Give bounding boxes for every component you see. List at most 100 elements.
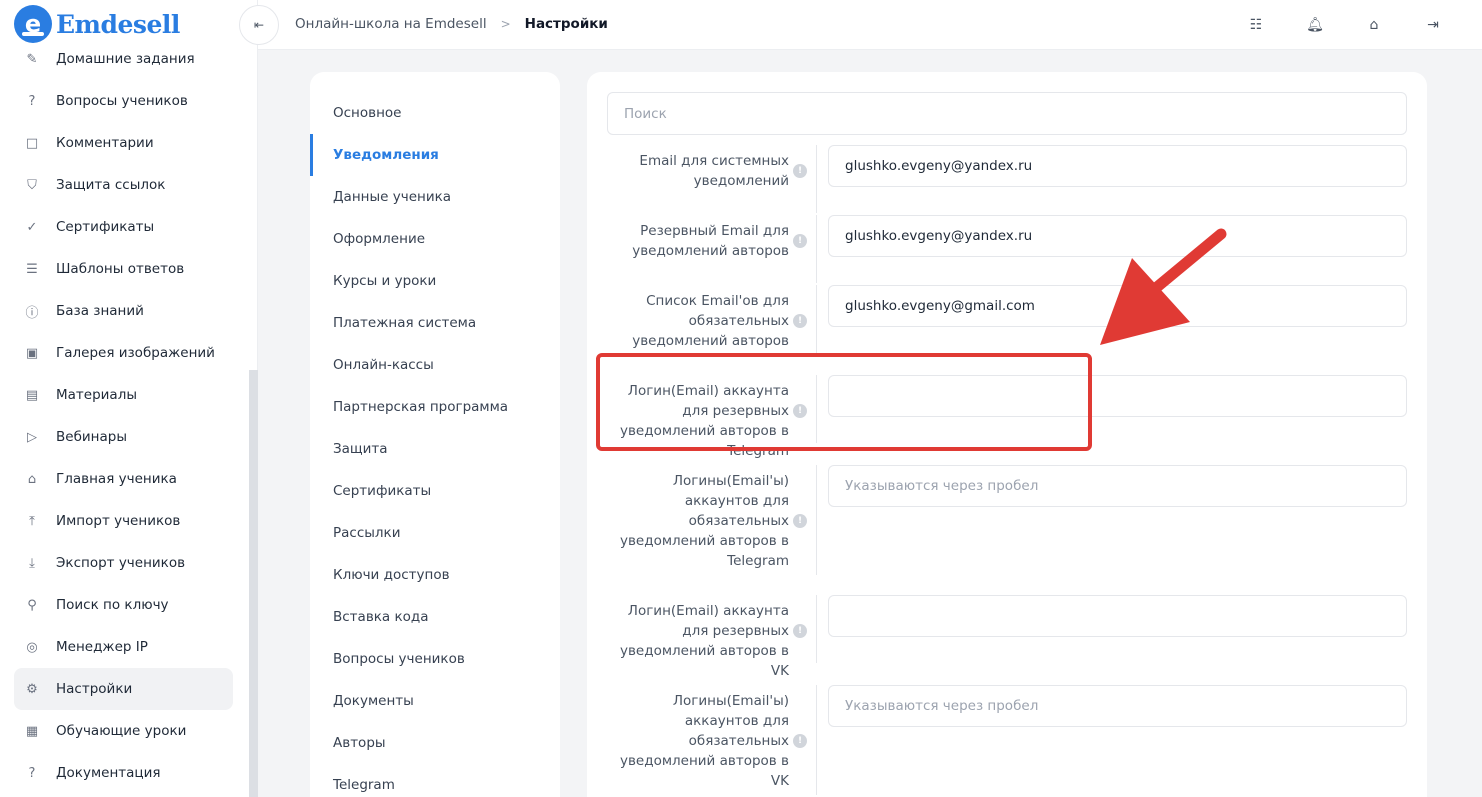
sidebar-item-label: Защита ссылок bbox=[56, 177, 166, 193]
field-divider bbox=[816, 215, 817, 283]
field-divider bbox=[816, 595, 817, 663]
breadcrumb-school-link[interactable]: Онлайн-школа на Emdesell bbox=[295, 16, 487, 32]
notification-field-input[interactable] bbox=[828, 595, 1407, 637]
sidebar: e Emdesell ✎ Домашние задания? Вопросы уче… bbox=[0, 0, 258, 797]
sidebar-item-info[interactable]: ⓘ База знаний bbox=[14, 290, 233, 332]
comment-icon: □ bbox=[25, 135, 39, 151]
sidebar-item-pencil[interactable]: ✎ Домашние задания bbox=[14, 38, 233, 80]
notification-field-input[interactable] bbox=[828, 215, 1407, 257]
question-icon: ? bbox=[28, 93, 36, 109]
sidebar-item-badge-check[interactable]: ✓ Сертификаты bbox=[14, 206, 233, 248]
settings-menu: Основное Уведомления Данные ученика Оформле… bbox=[310, 72, 560, 797]
info-icon[interactable]: ! bbox=[793, 314, 807, 328]
sidebar-nav: ✎ Домашние задания? Вопросы учеников □ Комме… bbox=[14, 38, 233, 794]
sidebar-item-help-box[interactable]: ? Документация bbox=[14, 752, 233, 794]
collapse-sidebar-button[interactable]: ⇤ bbox=[239, 5, 279, 45]
sidebar-item-label: Материалы bbox=[56, 387, 137, 403]
info-icon[interactable]: ! bbox=[793, 734, 807, 748]
download-icon: ⤓ bbox=[29, 555, 35, 571]
top-icons: ☷ 🔔︎ ⌂ ⇥ bbox=[1208, 14, 1444, 36]
briefcase-icon: ▤ bbox=[25, 387, 39, 403]
settings-menu-item[interactable]: Платежная система bbox=[310, 302, 560, 344]
settings-menu-item[interactable]: Основное bbox=[310, 92, 560, 134]
pencil-icon: ✎ bbox=[26, 51, 38, 67]
search-icon: ⚲ bbox=[27, 597, 37, 613]
settings-menu-item[interactable]: Сертификаты bbox=[310, 470, 560, 512]
sidebar-item-search[interactable]: ⚲ Поиск по ключу bbox=[14, 584, 233, 626]
collapse-icon: ⇤ bbox=[253, 18, 265, 32]
notification-field-input[interactable] bbox=[828, 685, 1407, 727]
settings-menu-item[interactable]: Telegram bbox=[310, 764, 560, 797]
shield-icon: ⛉ bbox=[27, 177, 37, 193]
notifications-form: Email для системных уведомлений! Резервны… bbox=[587, 72, 1427, 797]
settings-menu-item[interactable]: Курсы и уроки bbox=[310, 260, 560, 302]
sidebar-item-label: Главная ученика bbox=[56, 471, 177, 487]
target-icon: ◎ bbox=[26, 639, 38, 655]
field-divider bbox=[816, 285, 817, 353]
field-label: Логины(Email'ы) аккаунтов для обязательн… bbox=[619, 473, 789, 569]
notification-field-input[interactable] bbox=[828, 465, 1407, 507]
sidebar-item-play[interactable]: ▷ Вебинары bbox=[14, 416, 233, 458]
sidebar-scrollbar[interactable] bbox=[249, 370, 258, 797]
info-icon[interactable]: ! bbox=[793, 404, 807, 418]
sidebar-item-shield[interactable]: ⛉ Защита ссылок bbox=[14, 164, 233, 206]
badge-check-icon: ✓ bbox=[26, 219, 38, 235]
play-icon: ▷ bbox=[27, 429, 37, 445]
upload-icon: ⤒ bbox=[29, 513, 35, 529]
sidebar-item-upload[interactable]: ⤒ Импорт учеников bbox=[14, 500, 233, 542]
settings-menu-item[interactable]: Документы bbox=[310, 680, 560, 722]
home-icon: ⌂ bbox=[27, 471, 37, 487]
info-icon[interactable]: ! bbox=[793, 514, 807, 528]
sidebar-item-label: Шаблоны ответов bbox=[56, 261, 185, 277]
sidebar-item-label: Экспорт учеников bbox=[56, 555, 186, 571]
notification-field-input[interactable] bbox=[828, 285, 1407, 327]
field-divider bbox=[816, 465, 817, 575]
home-settings-icon[interactable]: ⌂ bbox=[1363, 14, 1385, 36]
field-divider bbox=[816, 685, 817, 795]
info-icon[interactable]: ! bbox=[793, 164, 807, 178]
sidebar-item-briefcase[interactable]: ▤ Материалы bbox=[14, 374, 233, 416]
sidebar-item-target[interactable]: ◎ Менеджер IP bbox=[14, 626, 233, 668]
notification-field-input[interactable] bbox=[828, 145, 1407, 187]
info-icon[interactable]: ! bbox=[793, 624, 807, 638]
brand-name: Emdesell bbox=[56, 9, 180, 39]
breadcrumb: Онлайн-школа на Emdesell > Настройки bbox=[295, 16, 608, 32]
sidebar-item-label: База знаний bbox=[56, 303, 144, 319]
settings-menu-item[interactable]: Уведомления bbox=[310, 134, 560, 176]
info-icon[interactable]: ! bbox=[793, 234, 807, 248]
settings-menu-item[interactable]: Авторы bbox=[310, 722, 560, 764]
sidebar-item-question[interactable]: ? Вопросы учеников bbox=[14, 80, 233, 122]
field-label: Email для системных уведомлений bbox=[639, 153, 789, 189]
sidebar-item-home[interactable]: ⌂ Главная ученика bbox=[14, 458, 233, 500]
top-bar: ⇤ Онлайн-школа на Emdesell > Настройки ☷… bbox=[239, 0, 1482, 50]
sliders-icon[interactable]: ☷ bbox=[1245, 14, 1267, 36]
settings-menu-item[interactable]: Онлайн-кассы bbox=[310, 344, 560, 386]
settings-menu-item[interactable]: Оформление bbox=[310, 218, 560, 260]
notification-field-input[interactable] bbox=[828, 375, 1407, 417]
settings-menu-item[interactable]: Партнерская программа bbox=[310, 386, 560, 428]
settings-search-input[interactable] bbox=[607, 92, 1407, 135]
image-icon: ▣ bbox=[25, 345, 39, 361]
sidebar-item-gear[interactable]: ⚙ Настройки bbox=[14, 668, 233, 710]
sidebar-item-list[interactable]: ☰ Шаблоны ответов bbox=[14, 248, 233, 290]
settings-menu-list: Основное Уведомления Данные ученика Оформле… bbox=[310, 72, 560, 797]
breadcrumb-current: Настройки bbox=[524, 16, 608, 32]
field-label: Логин(Email) аккаунта для резервных увед… bbox=[619, 383, 789, 459]
settings-menu-item[interactable]: Защита bbox=[310, 428, 560, 470]
sidebar-item-download[interactable]: ⤓ Экспорт учеников bbox=[14, 542, 233, 584]
settings-menu-item[interactable]: Рассылки bbox=[310, 512, 560, 554]
field-label: Список Email'ов для обязательных уведомл… bbox=[632, 293, 789, 349]
settings-menu-item[interactable]: Ключи доступов bbox=[310, 554, 560, 596]
sidebar-item-image[interactable]: ▣ Галерея изображений bbox=[14, 332, 233, 374]
settings-menu-item[interactable]: Вставка кода bbox=[310, 596, 560, 638]
settings-menu-item[interactable]: Вопросы учеников bbox=[310, 638, 560, 680]
sidebar-item-comment[interactable]: □ Комментарии bbox=[14, 122, 233, 164]
settings-menu-item[interactable]: Данные ученика bbox=[310, 176, 560, 218]
logout-icon[interactable]: ⇥ bbox=[1422, 14, 1444, 36]
bell-icon[interactable]: 🔔︎ bbox=[1304, 14, 1326, 36]
sidebar-item-label: Вопросы учеников bbox=[56, 93, 188, 109]
sidebar-item-label: Домашние задания bbox=[56, 51, 195, 67]
field-divider bbox=[816, 145, 817, 213]
sidebar-item-film[interactable]: ▦ Обучающие уроки bbox=[14, 710, 233, 752]
sidebar-item-label: Обучающие уроки bbox=[56, 723, 187, 739]
